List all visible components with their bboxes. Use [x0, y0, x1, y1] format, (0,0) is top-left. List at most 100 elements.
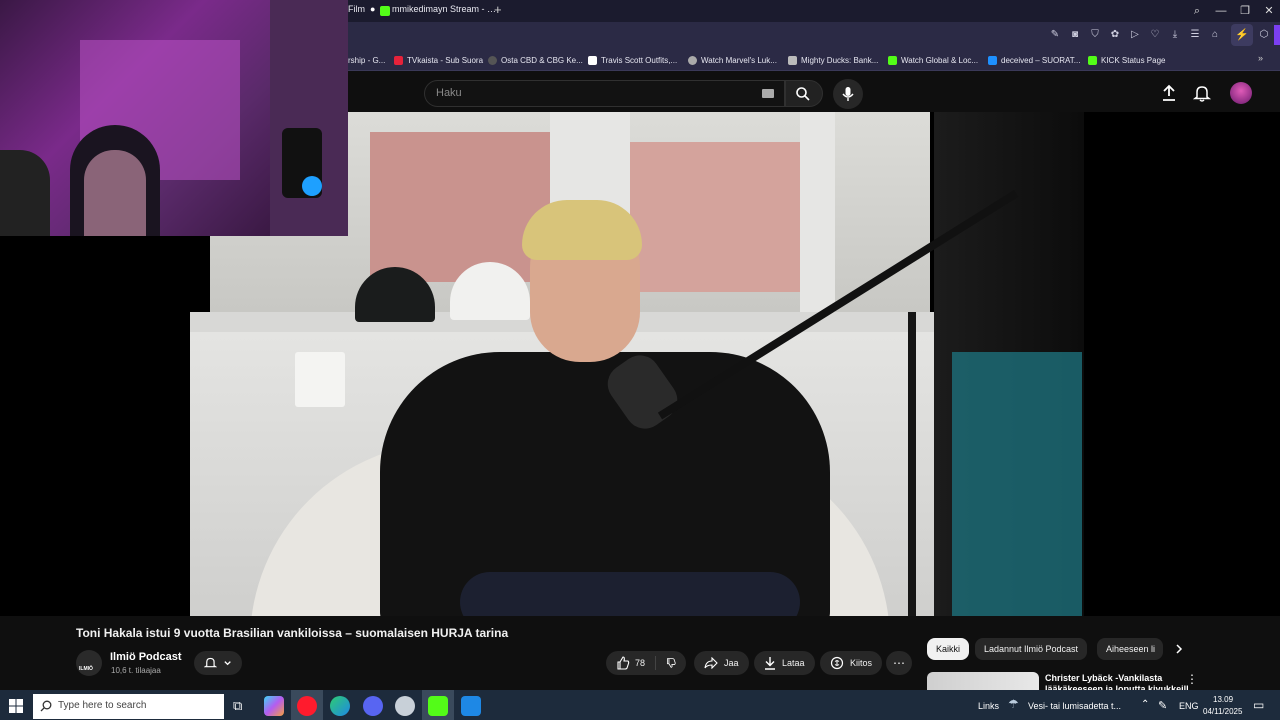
- share-button[interactable]: Jaa: [694, 651, 749, 675]
- restore-icon[interactable]: ❐: [1235, 2, 1255, 20]
- copilot-icon[interactable]: [264, 696, 284, 716]
- bookmark-item[interactable]: Osta CBD & CBG Ke...: [488, 53, 583, 67]
- microphone-icon: [842, 87, 854, 101]
- channel-name[interactable]: Ilmiö Podcast: [110, 651, 182, 663]
- search-box[interactable]: [424, 80, 785, 107]
- thanks-icon: [830, 656, 844, 670]
- cbd-icon: [488, 55, 497, 65]
- taskbar-search-placeholder: Type here to search: [58, 700, 147, 711]
- search-tabs-icon[interactable]: ⌕: [1187, 2, 1207, 20]
- chevron-down-icon: [224, 661, 231, 666]
- bookmark-item[interactable]: Mighty Ducks: Bank...: [788, 53, 878, 67]
- like-count: 78: [635, 658, 646, 668]
- tray-chevron-up-icon[interactable]: ⌃: [1141, 699, 1149, 710]
- close-window-icon[interactable]: ✕: [1259, 2, 1279, 20]
- weather-text[interactable]: Vesi- tai lumisadetta t...: [1028, 701, 1121, 711]
- tab-film[interactable]: Film: [348, 4, 365, 14]
- video-player[interactable]: [190, 112, 1280, 616]
- download-icon[interactable]: ⤓: [1169, 29, 1181, 41]
- chip-related[interactable]: Aiheeseen li: [1097, 638, 1163, 660]
- like-dislike-group: 78: [606, 651, 686, 675]
- webcam-overlay: [0, 0, 348, 236]
- avatar[interactable]: [1230, 82, 1252, 104]
- play-icon[interactable]: ▷: [1129, 29, 1141, 41]
- kick-icon: [380, 6, 390, 16]
- edit-icon[interactable]: ✎: [1049, 29, 1061, 41]
- chip-all[interactable]: Kaikki: [927, 638, 970, 660]
- search-button[interactable]: [785, 80, 823, 107]
- bookmarks-overflow-icon[interactable]: »: [1258, 53, 1263, 63]
- minimize-icon[interactable]: —: [1211, 2, 1231, 20]
- opera-icon[interactable]: [297, 696, 317, 716]
- edge-icon[interactable]: [330, 696, 350, 716]
- video-title: Toni Hakala istui 9 vuotta Brasilian van…: [76, 626, 509, 640]
- streamer-face: [84, 150, 146, 236]
- bell-icon: [204, 657, 217, 668]
- thumbs-up-icon: [617, 656, 630, 670]
- related-title[interactable]: Christer Lybäck -Vankilasta: [1045, 673, 1162, 683]
- stream-deck-blue-button: [302, 176, 322, 196]
- subscription-bell-button[interactable]: [194, 651, 242, 675]
- wall-panel: [270, 0, 348, 236]
- bookmark-item[interactable]: Watch Marvel's Luk...: [688, 53, 777, 67]
- search-input[interactable]: [436, 87, 736, 99]
- pen-icon[interactable]: ✎: [1158, 699, 1167, 712]
- channel-avatar[interactable]: ILMIÖ: [76, 650, 102, 676]
- clock-date[interactable]: 04/11/2025: [1203, 707, 1242, 716]
- chevron-right-icon[interactable]: [1173, 643, 1185, 655]
- upload-icon[interactable]: [1161, 84, 1177, 102]
- menu-icon[interactable]: ☰: [1189, 29, 1201, 41]
- sidebar-accent: [1274, 25, 1280, 45]
- task-view-icon[interactable]: ⧉: [233, 698, 242, 714]
- global-icon: [888, 55, 897, 65]
- search-icon: [796, 87, 810, 101]
- download-button[interactable]: Lataa: [754, 651, 815, 675]
- app-icon[interactable]: [395, 696, 415, 716]
- person-hair: [522, 200, 642, 260]
- chip-channel[interactable]: Ladannut Ilmiö Podcast: [975, 638, 1088, 660]
- related-thumbnail[interactable]: [927, 672, 1039, 690]
- ducks-icon: [788, 55, 797, 65]
- language-indicator[interactable]: ENG: [1179, 701, 1199, 711]
- new-tab-icon[interactable]: +: [494, 2, 502, 17]
- heart-icon[interactable]: ♡: [1149, 29, 1161, 41]
- taskbar-search[interactable]: Type here to search: [33, 694, 224, 719]
- share-label: Jaa: [724, 658, 739, 668]
- thanks-button[interactable]: Kiitos: [820, 651, 883, 675]
- related-more-icon[interactable]: ⋮: [1186, 672, 1198, 686]
- kick-taskbar-icon[interactable]: [428, 696, 448, 716]
- lock-icon[interactable]: ⌂: [1209, 29, 1221, 41]
- bookmark-item[interactable]: rship - G...: [348, 53, 385, 67]
- bookmark-item[interactable]: Watch Global & Loc...: [888, 53, 978, 67]
- discord-icon[interactable]: [363, 696, 383, 716]
- extension-icon[interactable]: ✿: [1109, 29, 1121, 41]
- travis-icon: [588, 55, 597, 65]
- like-divider: [655, 656, 656, 670]
- settings-icon[interactable]: ⬡: [1258, 29, 1270, 41]
- person-legs: [460, 572, 800, 616]
- shield-icon[interactable]: ⛉: [1089, 29, 1101, 41]
- more-actions-button[interactable]: ⋯: [886, 651, 912, 675]
- bookmark-item[interactable]: deceived – SUORAT...: [988, 53, 1080, 67]
- subscriber-count: 10,6 t. tilaajaa: [111, 666, 161, 675]
- like-button[interactable]: 78: [616, 656, 645, 670]
- clock-time[interactable]: 13.09: [1213, 695, 1233, 704]
- tab-stream[interactable]: mmikedimayn Stream - …: [392, 4, 496, 14]
- links-toolbar[interactable]: Links: [978, 701, 999, 711]
- keyboard-icon[interactable]: [762, 89, 774, 98]
- notifications-bell-icon[interactable]: [1193, 84, 1211, 102]
- thumbs-down-icon[interactable]: [666, 656, 676, 670]
- bookmark-item[interactable]: KICK Status Page: [1088, 53, 1165, 67]
- bookmark-item[interactable]: Travis Scott Outfits,...: [588, 53, 677, 67]
- notifications-center-icon[interactable]: ▭: [1253, 698, 1264, 712]
- vpn-icon[interactable]: ⚡: [1231, 24, 1253, 46]
- bookmark-item[interactable]: TVkaista - Sub Suora: [394, 53, 483, 67]
- taskbar-search-icon: [40, 700, 52, 712]
- kick-status-icon: [1088, 55, 1097, 65]
- camera-icon[interactable]: ◙: [1069, 29, 1081, 41]
- photos-icon[interactable]: [461, 696, 481, 716]
- gaming-chair: [0, 150, 50, 236]
- voice-search-button[interactable]: [833, 79, 863, 109]
- windows-start-icon[interactable]: [9, 699, 23, 713]
- download-arrow-icon: [765, 657, 775, 670]
